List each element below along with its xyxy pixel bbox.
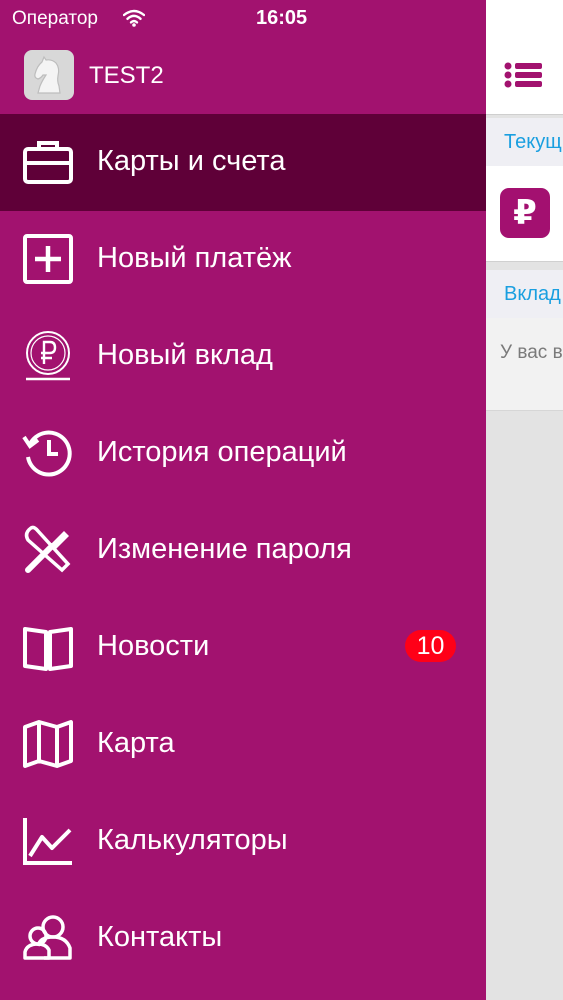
menu-label: Новый платёж — [97, 242, 292, 274]
wifi-icon — [123, 9, 145, 27]
empty-deposits-message: У вас вклад — [486, 318, 563, 411]
menu-label: Новый вклад — [97, 339, 273, 371]
plus-square-icon — [23, 234, 73, 284]
menu-item-change-password[interactable]: Изменение пароля — [0, 502, 486, 599]
menu-item-new-payment[interactable]: Новый платёж — [0, 211, 486, 308]
avatar — [24, 50, 74, 100]
empty-deposits-text: У вас вклад — [500, 342, 563, 363]
news-count-badge: 10 — [405, 630, 456, 662]
menu-item-cards-accounts[interactable]: Карты и счета — [0, 114, 486, 211]
tools-icon — [24, 525, 71, 573]
main-content: Текущ ₽ Вклад У вас вклад — [486, 0, 563, 1000]
navigation-drawer: Оператор 16:05 TEST2 Карты и счета Новый… — [0, 0, 486, 1000]
map-icon — [23, 720, 73, 768]
menu-label: Новости — [97, 630, 210, 662]
content-top-bar — [486, 0, 563, 114]
ruble-coin-icon — [26, 331, 70, 381]
menu-label: Карты и счета — [97, 145, 286, 177]
list-menu-icon[interactable] — [504, 62, 544, 88]
tab-current[interactable]: Текущ — [486, 118, 563, 166]
menu-item-new-deposit[interactable]: Новый вклад — [0, 308, 486, 405]
history-clock-icon — [22, 430, 72, 477]
carrier-name: Оператор — [12, 8, 98, 29]
content-divider — [486, 114, 563, 115]
status-bar: Оператор 16:05 — [0, 0, 486, 40]
menu-label: Калькуляторы — [97, 824, 288, 856]
status-time: 16:05 — [256, 7, 308, 29]
menu-item-history[interactable]: История операций — [0, 405, 486, 502]
tab-deposits[interactable]: Вклад — [486, 270, 563, 318]
menu-item-map[interactable]: Карта — [0, 696, 486, 793]
app-screen: Текущ ₽ Вклад У вас вклад Оператор 16:05 — [0, 0, 563, 1000]
menu-label: Контакты — [97, 921, 223, 953]
menu-label: Карта — [97, 727, 175, 759]
user-name: TEST2 — [89, 62, 164, 89]
contacts-icon — [23, 915, 72, 960]
menu-label: История операций — [97, 436, 347, 468]
menu-label: Изменение пароля — [97, 533, 352, 565]
menu-item-calculators[interactable]: Калькуляторы — [0, 793, 486, 890]
chess-knight-icon — [34, 55, 61, 94]
menu-item-contacts[interactable]: Контакты — [0, 890, 486, 987]
drawer-menu: Карты и счета Новый платёж Новый вклад И… — [0, 114, 486, 987]
menu-item-news[interactable]: Новости 10 — [0, 599, 486, 696]
account-row[interactable]: ₽ — [486, 166, 563, 262]
briefcase-icon — [23, 141, 73, 184]
ruble-account-icon: ₽ — [500, 188, 550, 238]
chart-icon — [23, 818, 72, 865]
book-icon — [23, 627, 73, 671]
tab-deposits-label: Вклад — [504, 283, 561, 305]
tab-current-label: Текущ — [504, 131, 562, 153]
